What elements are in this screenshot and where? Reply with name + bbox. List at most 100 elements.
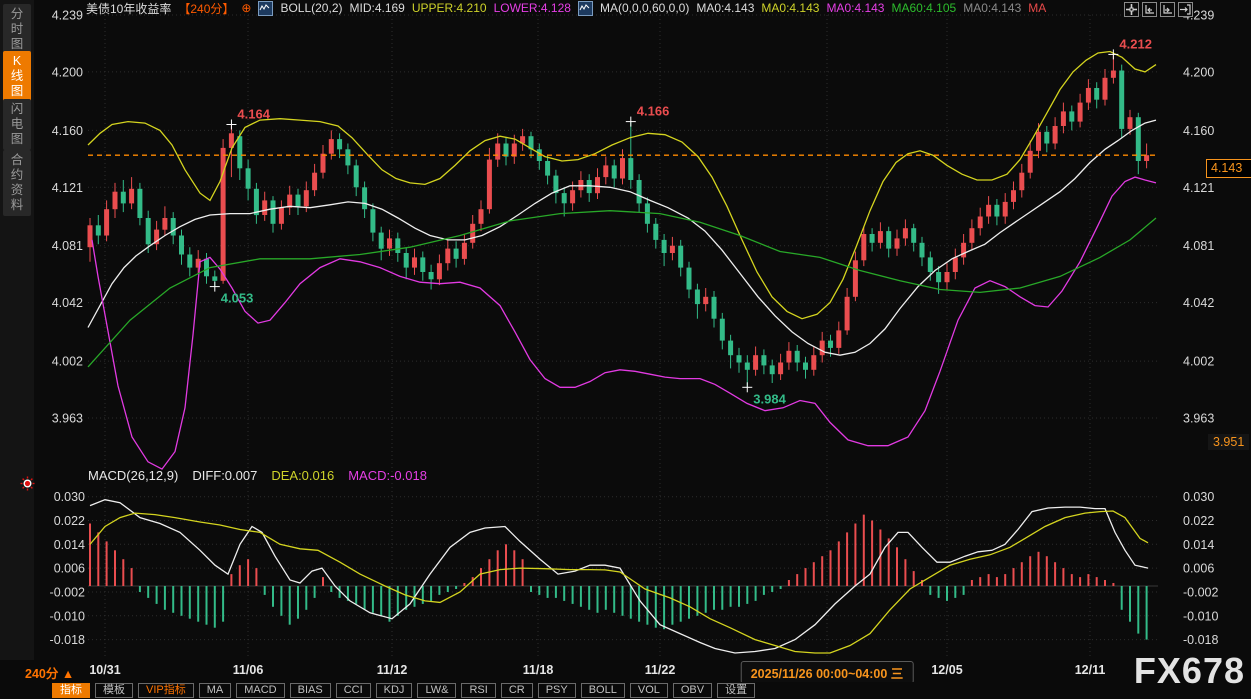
macd-axis-label: 0.006 xyxy=(1183,562,1214,576)
sidebar-item-kline[interactable]: K线图 xyxy=(3,51,31,102)
ma60-green-value: MA60:4.105 xyxy=(891,1,956,15)
tab-psy[interactable]: PSY xyxy=(538,683,576,698)
tab-vol[interactable]: VOL xyxy=(630,683,668,698)
x-axis-label: 11/06 xyxy=(233,663,264,677)
tab-kdj[interactable]: KDJ xyxy=(376,683,413,698)
macd-axis-label: 0.030 xyxy=(54,490,85,504)
y-axis-label: 4.042 xyxy=(1183,296,1214,310)
ma-indicator-icon[interactable] xyxy=(578,1,593,16)
candlestick-chart[interactable]: 4.2394.2394.2004.2004.1604.1604.1214.121… xyxy=(34,0,1251,662)
y-axis-label: 4.160 xyxy=(1183,124,1214,138)
tab-boll[interactable]: BOLL xyxy=(581,683,625,698)
tab-cci[interactable]: CCI xyxy=(336,683,371,698)
macd-histogram xyxy=(90,515,1147,640)
y-axis-label: 4.200 xyxy=(52,65,83,79)
sidebar-item-label: 分时图 xyxy=(10,7,24,52)
macd-diff-value: DIFF:0.007 xyxy=(192,468,257,483)
macd-axis-label: -0.010 xyxy=(1183,609,1218,623)
y-axis-label: 4.042 xyxy=(52,296,83,310)
y-axis-label: 4.002 xyxy=(1183,355,1214,369)
sidebar-item-flash[interactable]: 闪电图 xyxy=(3,99,31,150)
x-axis-label: 12/11 xyxy=(1075,663,1106,677)
tab-vip-indicator[interactable]: VIP指标 xyxy=(138,683,194,698)
macd-axis-label: -0.010 xyxy=(50,609,85,623)
crosshair-icon[interactable] xyxy=(1124,2,1139,17)
sidebar-item-timeline[interactable]: 分时图 xyxy=(3,4,31,55)
current-bar-range: 2025/11/26 00:00~04:00 三 xyxy=(741,661,914,684)
zoom-in-icon[interactable] xyxy=(1160,2,1175,17)
tab-macd[interactable]: MACD xyxy=(236,683,284,698)
x-axis-row: 240分 ▲ 2025/11/26 00:00~04:00 三 10/31 11/… xyxy=(0,660,1251,682)
session-low-tag: 3.951 xyxy=(1208,434,1249,450)
macd-params: MACD(26,12,9) xyxy=(88,468,178,483)
period-badge: 【240分】 xyxy=(178,0,234,17)
y-axis-label: 4.002 xyxy=(52,355,83,369)
y-axis-label: 3.963 xyxy=(1183,412,1214,426)
ma-label: MA(0,0,0,60,0,0) xyxy=(600,1,689,15)
x-axis-label: 11/12 xyxy=(377,663,408,677)
y-axis-label: 3.963 xyxy=(52,412,83,426)
ma-red-label: MA xyxy=(1028,1,1046,15)
y-axis-label: 4.160 xyxy=(52,124,83,138)
price-annotation: 3.984 xyxy=(753,391,786,406)
sidebar-item-label: 闪电图 xyxy=(10,102,24,147)
ma0-yellow-value: MA0:4.143 xyxy=(761,1,819,15)
macd-axis-label: -0.002 xyxy=(50,586,85,600)
macd-axis-label: 0.006 xyxy=(54,562,85,576)
y-axis-label: 4.121 xyxy=(1183,181,1214,195)
tab-settings[interactable]: 设置 xyxy=(717,683,755,698)
period-indicator[interactable]: 240分 ▲ xyxy=(25,663,74,682)
price-annotation: 4.164 xyxy=(237,107,270,122)
boll-upper-value: UPPER:4.210 xyxy=(412,1,487,15)
x-axis-label: 11/22 xyxy=(645,663,676,677)
sidebar-item-label: K线图 xyxy=(10,54,24,99)
y-axis-labels: 4.2394.2394.2004.2004.1604.1604.1214.121… xyxy=(50,9,1219,648)
candlestick-series xyxy=(88,54,1150,387)
boll-lower-value: LOWER:4.128 xyxy=(494,1,571,15)
macd-axis-label: -0.018 xyxy=(1183,633,1218,647)
macd-axis-label: -0.002 xyxy=(1183,586,1218,600)
macd-axis-label: 0.030 xyxy=(1183,490,1214,504)
indicator-header: 美债10年收益率 【240分】 ⊕ BOLL(20,2) MID:4.169 U… xyxy=(86,1,1046,15)
macd-axis-label: 0.022 xyxy=(54,514,85,528)
macd-axis-label: 0.014 xyxy=(1183,538,1214,552)
tab-indicator[interactable]: 指标 xyxy=(52,683,90,698)
ma0-white-value: MA0:4.143 xyxy=(696,1,754,15)
macd-macd-value: MACD:-0.018 xyxy=(348,468,427,483)
last-price-tag: 4.143 xyxy=(1206,159,1251,178)
sidebar-item-contract-info[interactable]: 合约资料 xyxy=(3,150,31,216)
tab-rsi[interactable]: RSI xyxy=(461,683,495,698)
macd-header: MACD(26,12,9) DIFF:0.007 DEA:0.016 MACD:… xyxy=(88,468,427,483)
tab-ma[interactable]: MA xyxy=(199,683,232,698)
price-annotations: 4.0534.1644.1663.9844.212 xyxy=(210,36,1152,406)
price-annotation: 4.212 xyxy=(1119,36,1152,51)
pan-right-icon[interactable] xyxy=(1178,2,1193,17)
macd-axis-label: 0.022 xyxy=(1183,514,1214,528)
y-axis-label: 4.121 xyxy=(52,181,83,195)
macd-dea-value: DEA:0.016 xyxy=(271,468,334,483)
y-axis-label: 4.200 xyxy=(1183,65,1214,79)
plus-icon[interactable]: ⊕ xyxy=(241,1,251,15)
boll-mid-value: MID:4.169 xyxy=(350,1,405,15)
boll-indicator-icon[interactable] xyxy=(258,1,273,16)
chart-tool-icons xyxy=(1124,2,1193,17)
app-window: { "header": { "title": "美债10年收益率", "peri… xyxy=(0,0,1251,699)
tab-obv[interactable]: OBV xyxy=(673,683,712,698)
x-axis-label: 10/31 xyxy=(89,663,120,677)
x-axis-label: 11/18 xyxy=(523,663,554,677)
ma0-gray-value: MA0:4.143 xyxy=(963,1,1021,15)
macd-axis-label: -0.018 xyxy=(50,633,85,647)
tab-cr[interactable]: CR xyxy=(501,683,533,698)
live-alert-icon xyxy=(20,476,35,491)
y-axis-label: 4.081 xyxy=(52,239,83,253)
tab-bias[interactable]: BIAS xyxy=(290,683,331,698)
y-axis-label: 4.081 xyxy=(1183,239,1214,253)
tab-template[interactable]: 模板 xyxy=(95,683,133,698)
boll-label: BOLL(20,2) xyxy=(280,1,342,15)
x-axis-label: 12/05 xyxy=(931,663,962,677)
macd-axis-label: 0.014 xyxy=(54,538,85,552)
tab-lw[interactable]: LW& xyxy=(417,683,456,698)
zoom-out-icon[interactable] xyxy=(1142,2,1157,17)
ma0-magenta-value: MA0:4.143 xyxy=(826,1,884,15)
y-axis-label: 4.239 xyxy=(52,9,83,23)
